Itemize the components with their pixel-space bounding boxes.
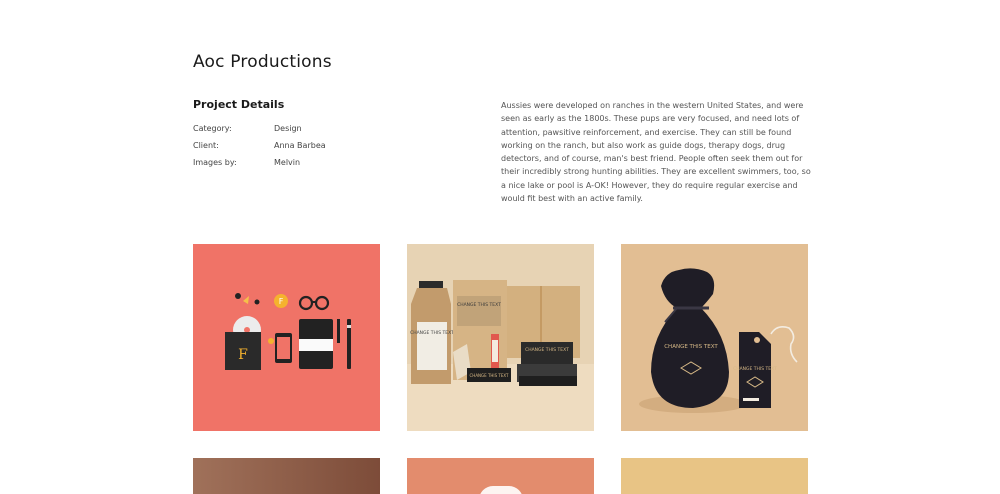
pouch-illustration: CHANGE THIS TEXT CHANGE THIS TEXT [639, 268, 798, 413]
gallery-image-pouch[interactable]: CHANGE THIS TEXT CHANGE THIS TEXT [621, 244, 808, 431]
project-details-heading: Project Details [193, 98, 285, 111]
detail-label-images-by: Images by: [193, 158, 237, 167]
pouch-text: CHANGE THIS TEXT [664, 344, 718, 350]
project-description: Aussies were developed on ranches in the… [501, 101, 811, 204]
mug-shape [479, 486, 523, 494]
tray-text: CHANGE THIS TEXT [525, 347, 569, 353]
detail-label-client: Client: [193, 141, 219, 150]
detail-value-client: Anna Barbea [274, 141, 326, 150]
packaging-illustration: CHANGE THIS TEXT CHANGE THIS TEXT CHANGE… [407, 280, 594, 431]
gallery-image-6[interactable] [621, 458, 808, 494]
gallery-image-4[interactable] [193, 458, 380, 494]
packaging-label-text: CHANGE THIS TEXT [410, 330, 454, 336]
gallery-image-stationery[interactable]: F F [193, 244, 380, 431]
tag-text: CHANGE THIS TEXT [733, 366, 777, 372]
box-text: CHANGE THIS TEXT [457, 302, 501, 308]
badge-letter: F [279, 297, 284, 306]
stationery-illustration: F F [225, 293, 351, 370]
detail-value-category: Design [274, 124, 302, 133]
detail-value-images-by: Melvin [274, 158, 301, 167]
detail-row-images-by: Images by: Melvin [193, 158, 300, 167]
detail-label-category: Category: [193, 124, 232, 133]
project-title: Aoc Productions [193, 52, 332, 72]
card-text: CHANGE THIS TEXT [470, 373, 510, 378]
detail-row-client: Client: Anna Barbea [193, 141, 326, 150]
brand-letter: F [238, 347, 248, 363]
detail-row-category: Category: Design [193, 124, 302, 133]
gallery-image-5[interactable] [407, 458, 594, 494]
gallery-image-packaging[interactable]: CHANGE THIS TEXT CHANGE THIS TEXT CHANGE… [407, 244, 594, 431]
